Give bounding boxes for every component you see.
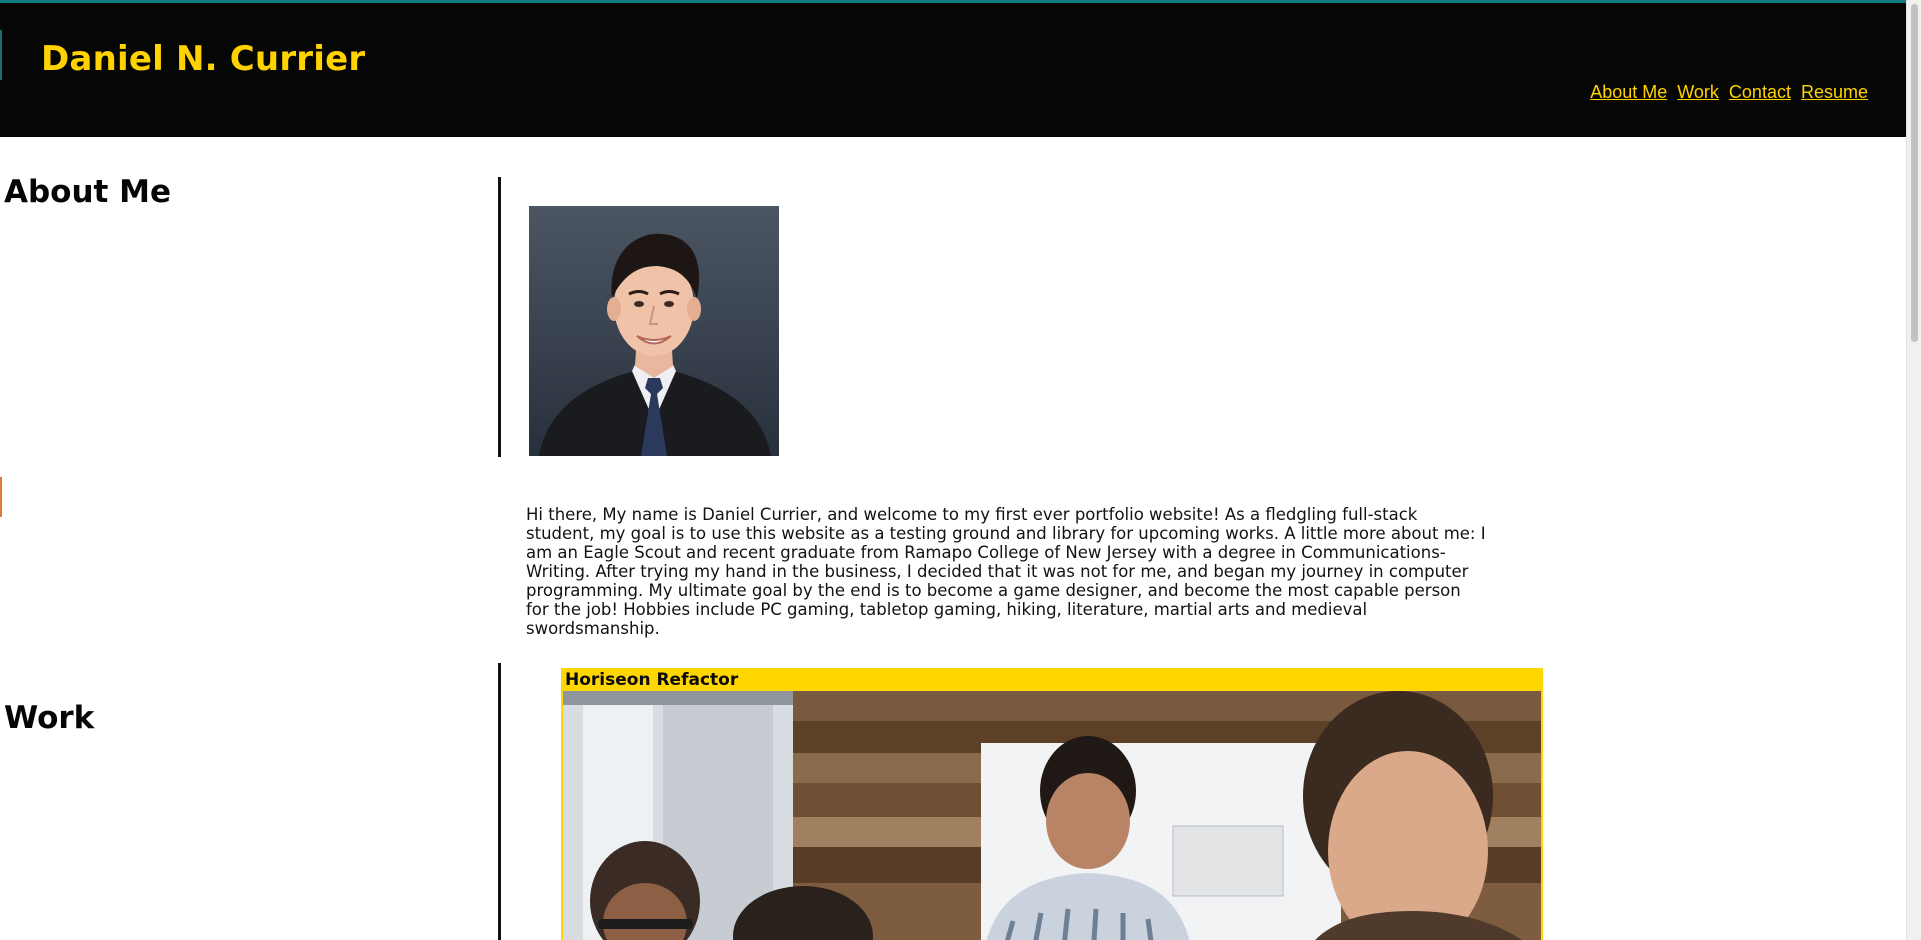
site-title: Daniel N. Currier — [41, 39, 366, 79]
vertical-scrollbar[interactable] — [1906, 0, 1921, 940]
work-heading: Work — [4, 700, 95, 736]
profile-photo-svg — [529, 206, 779, 456]
nav-link-work[interactable]: Work — [1677, 82, 1719, 103]
about-heading: About Me — [4, 174, 172, 210]
about-divider — [498, 177, 501, 457]
page: Daniel N. Currier About Me Work Contact … — [0, 0, 1921, 940]
site-header: Daniel N. Currier About Me Work Contact … — [0, 0, 1906, 137]
scrollbar-thumb[interactable] — [1911, 4, 1918, 342]
project-card-horiseon-refactor[interactable]: Horiseon Refactor — [561, 668, 1543, 940]
main-nav: About Me Work Contact Resume — [1590, 82, 1868, 103]
project-title: Horiseon Refactor — [565, 670, 739, 690]
edge-mark — [0, 30, 2, 80]
edge-mark — [0, 477, 2, 517]
nav-link-about-me[interactable]: About Me — [1590, 82, 1667, 103]
about-bio: Hi there, My name is Daniel Currier, and… — [526, 505, 1486, 638]
nav-link-contact[interactable]: Contact — [1729, 82, 1791, 103]
work-divider — [498, 663, 501, 940]
project-image — [563, 691, 1541, 940]
profile-photo — [529, 206, 779, 456]
project-image-svg — [563, 691, 1541, 940]
nav-link-resume[interactable]: Resume — [1801, 82, 1868, 103]
